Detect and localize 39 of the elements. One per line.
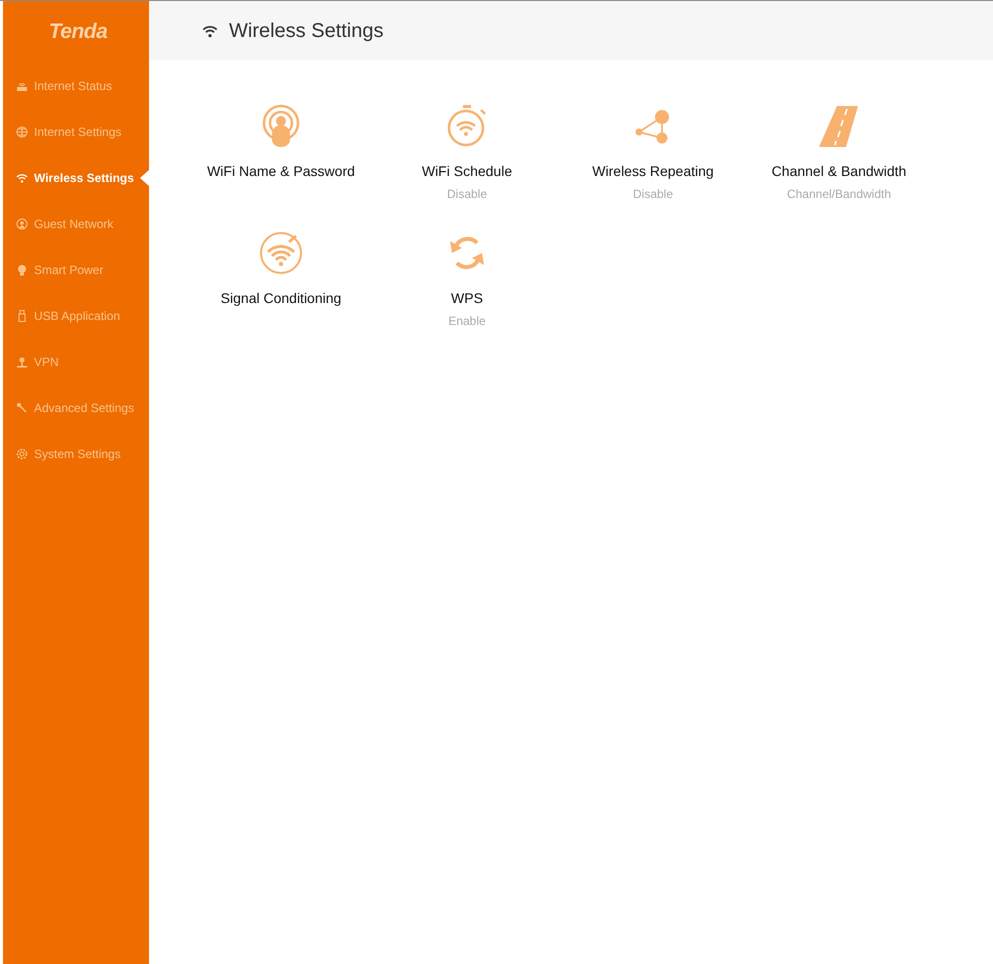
tile-title: WiFi Schedule: [422, 162, 512, 181]
settings-tile[interactable]: Signal Conditioning: [188, 231, 374, 337]
tile-title: WiFi Name & Password: [207, 162, 355, 181]
router-icon: [16, 80, 28, 92]
sidebar-item[interactable]: Internet Settings: [3, 109, 149, 155]
sidebar-item[interactable]: VPN: [3, 339, 149, 385]
sidebar-item[interactable]: Advanced Settings: [3, 385, 149, 431]
sidebar-item[interactable]: USB Application: [3, 293, 149, 339]
sidebar-item[interactable]: System Settings: [3, 431, 149, 477]
road-icon: [817, 104, 861, 148]
settings-tile[interactable]: WiFi Schedule Disable: [374, 104, 560, 210]
tile-status: Channel/Bandwidth: [786, 186, 892, 203]
pointer-icon: [140, 170, 149, 186]
settings-tile[interactable]: WiFi Name & Password: [188, 104, 374, 210]
settings-tile[interactable]: WPS Enable: [374, 231, 560, 337]
tile-title: WPS: [451, 289, 483, 308]
page-title: Wireless Settings: [229, 18, 384, 44]
person-icon: [16, 218, 28, 230]
usb-icon: [16, 310, 28, 322]
sidebar-item[interactable]: Internet Status: [3, 63, 149, 109]
bulb-icon: [16, 264, 28, 276]
tile-title: Channel & Bandwidth: [772, 162, 906, 181]
sidebar-item[interactable]: Wireless Settings: [3, 155, 149, 201]
wifi-icon: [16, 172, 28, 184]
sidebar-item[interactable]: Guest Network: [3, 201, 149, 247]
tile-status: Enable: [448, 313, 486, 330]
vpn-icon: [16, 356, 28, 368]
sidebar-item[interactable]: Smart Power: [3, 247, 149, 293]
globe-icon: [16, 126, 28, 138]
settings-tile[interactable]: Channel & Bandwidth Channel/Bandwidth: [746, 104, 932, 210]
tile-title: Signal Conditioning: [220, 289, 342, 308]
gear-icon: [16, 448, 28, 460]
logo: Tenda: [48, 19, 108, 46]
tile-status: Disable: [446, 186, 488, 203]
wrench-icon: [16, 402, 28, 414]
wifi-signal-icon: [259, 231, 303, 275]
tile-title: Wireless Repeating: [592, 162, 714, 181]
tile-status: Disable: [632, 186, 674, 203]
settings-tile[interactable]: Wireless Repeating Disable: [560, 104, 746, 210]
